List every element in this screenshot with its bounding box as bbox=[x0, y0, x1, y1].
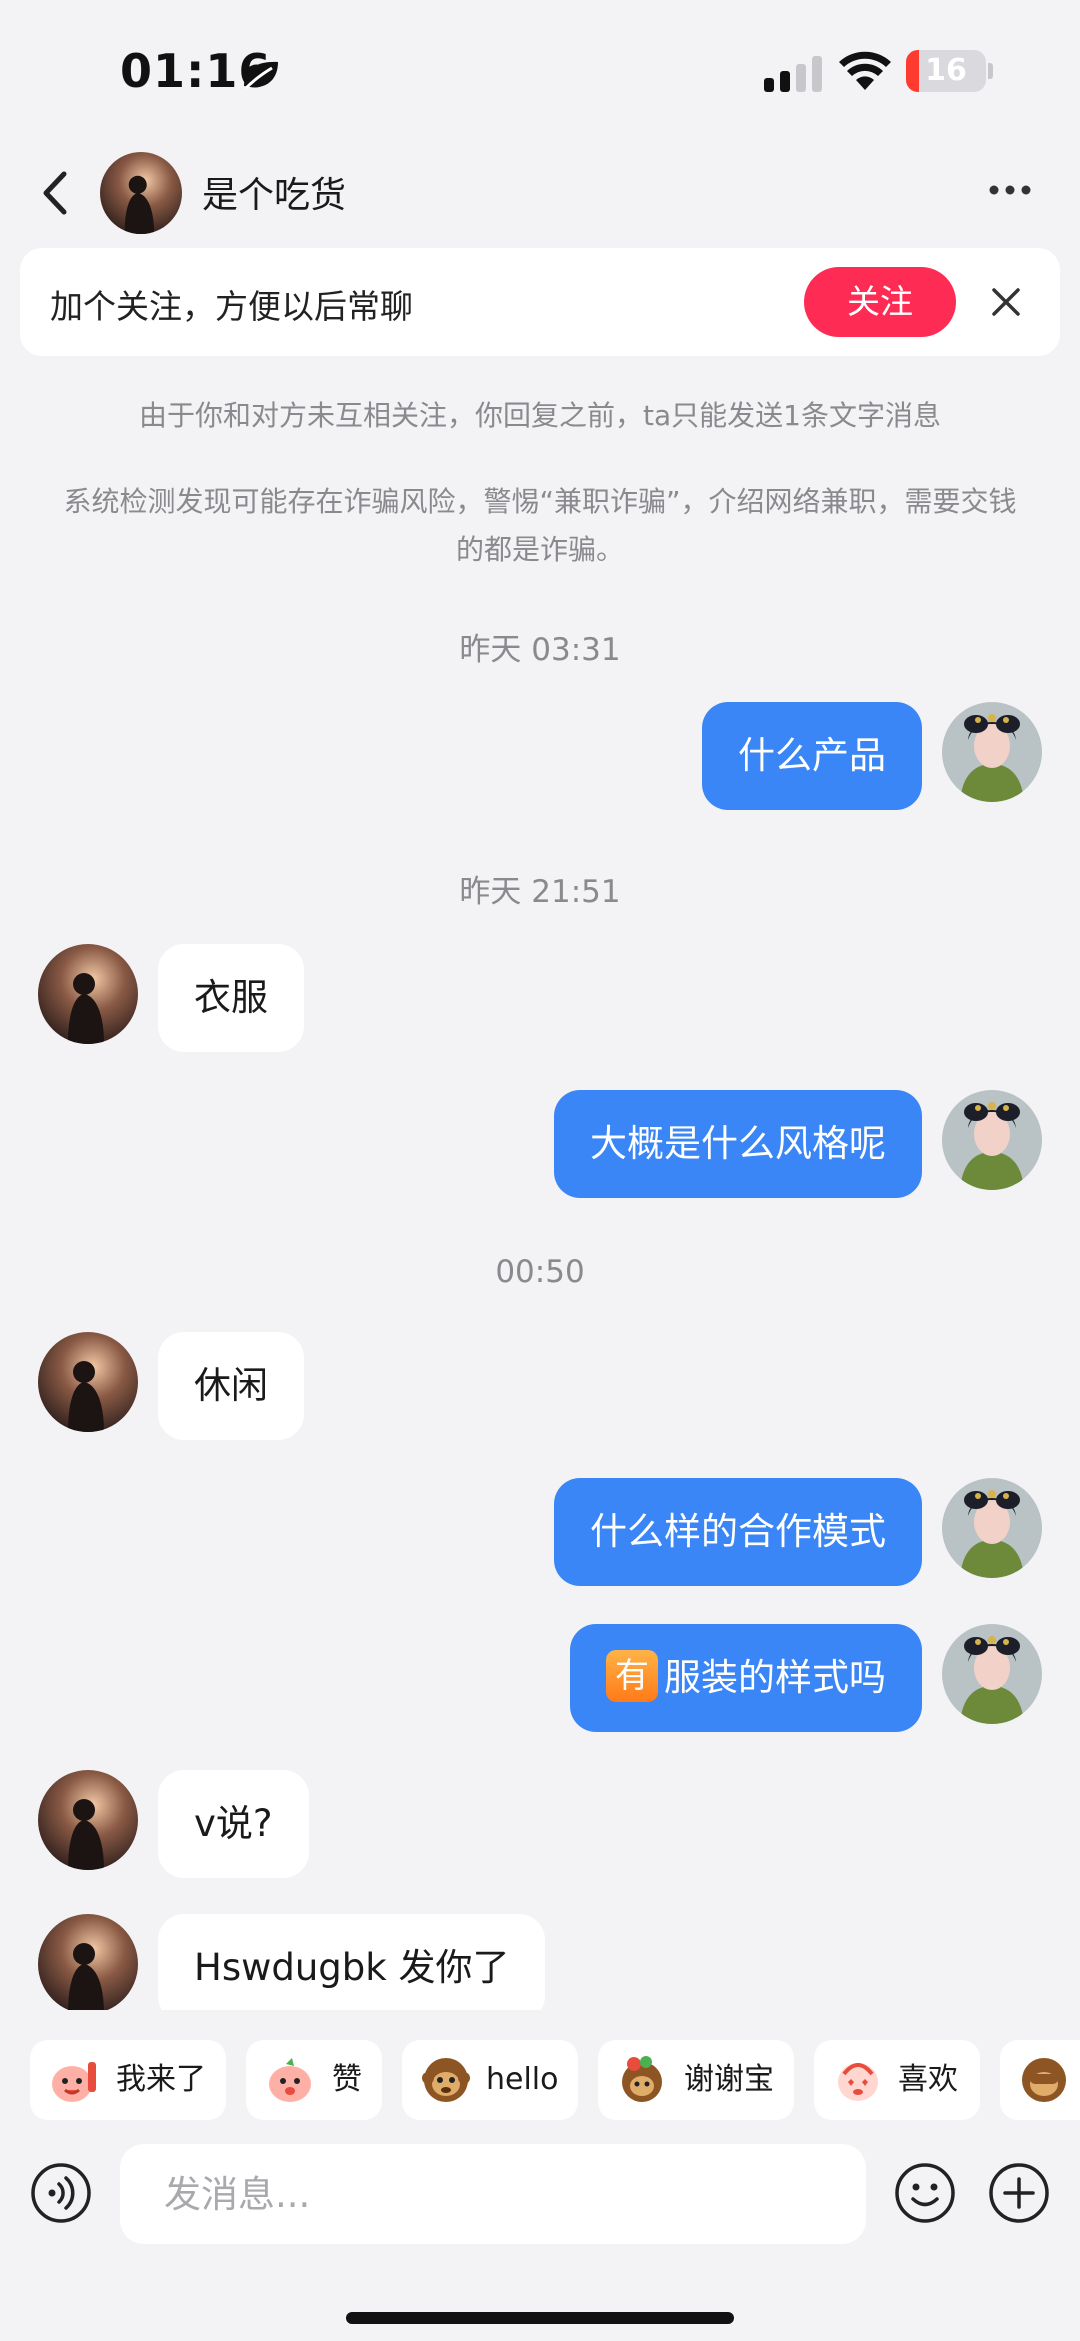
plus-icon[interactable] bbox=[988, 2162, 1050, 2224]
wifi-icon bbox=[839, 51, 891, 90]
battery-level: 16 bbox=[925, 53, 967, 88]
sticker-thumbs-icon bbox=[269, 2058, 311, 2102]
contact-name: 是个吃货 bbox=[202, 175, 347, 216]
back-arrow-icon[interactable] bbox=[36, 168, 76, 218]
monkey-emoji-icon bbox=[1022, 2058, 1066, 2102]
home-indicator bbox=[346, 2312, 734, 2324]
follow-button[interactable]: 关注 bbox=[804, 267, 956, 337]
contact-avatar[interactable] bbox=[38, 1332, 138, 1432]
sent-message-bubble[interactable]: 大概是什么风格呢 bbox=[554, 1090, 922, 1198]
quick-reply-label: 谢谢宝 bbox=[684, 2062, 774, 2097]
quick-reply-label: hello bbox=[486, 2062, 559, 2097]
my-avatar[interactable] bbox=[942, 702, 1042, 802]
status-bar: 01:16 16 bbox=[0, 0, 1080, 140]
follow-banner: 加个关注，方便以后常聊 关注 bbox=[20, 248, 1060, 356]
message-timestamp: 昨天 03:31 bbox=[459, 632, 621, 668]
chat-screen: 01:16 16 是个吃货 加个关注，方便以后常聊 关注 由于你和对方未互相关注… bbox=[0, 0, 1080, 2341]
my-avatar[interactable] bbox=[942, 1090, 1042, 1190]
sent-message-bubble[interactable]: 有服装的样式吗 bbox=[570, 1624, 922, 1732]
chat-header: 是个吃货 bbox=[0, 140, 1080, 246]
quick-reply-bar: 我来了 赞 hello 谢谢宝 喜欢 bbox=[0, 2040, 1080, 2122]
composer-area: 我来了 赞 hello 谢谢宝 喜欢 发消息... bbox=[0, 2010, 1080, 2341]
received-message-bubble[interactable]: 衣服 bbox=[158, 944, 304, 1052]
sent-message-bubble[interactable]: 什么产品 bbox=[702, 702, 922, 810]
fraud-warning-notice: 系统检测发现可能存在诈骗风险，警惕“兼职诈骗”，介绍网络兼职，需要交钱的都是诈骗… bbox=[63, 485, 1017, 566]
contact-avatar[interactable] bbox=[38, 944, 138, 1044]
system-notice: 由于你和对方未互相关注，你回复之前，ta只能发送1条文字消息 bbox=[139, 399, 941, 432]
close-icon[interactable] bbox=[988, 284, 1024, 320]
battery-cap bbox=[988, 63, 993, 79]
quick-reply-chip[interactable] bbox=[1000, 2040, 1080, 2120]
quick-reply-chip[interactable]: 我来了 bbox=[30, 2040, 226, 2120]
monkey-emoji-icon bbox=[422, 2058, 470, 2102]
sticker-thanks-icon bbox=[622, 2056, 662, 2102]
message-timestamp: 00:50 bbox=[495, 1254, 585, 1290]
quick-reply-chip[interactable]: hello bbox=[402, 2040, 578, 2120]
sent-message-bubble[interactable]: 什么样的合作模式 bbox=[554, 1478, 922, 1586]
received-message-bubble[interactable]: Hswdugbk 发你了 bbox=[158, 1914, 546, 2022]
message-text: 服装的样式吗 bbox=[664, 1656, 886, 1699]
voice-input-icon[interactable] bbox=[30, 2162, 92, 2224]
contact-avatar[interactable] bbox=[38, 1914, 138, 2014]
received-message-bubble[interactable]: 休闲 bbox=[158, 1332, 304, 1440]
received-message-bubble[interactable]: v说? bbox=[158, 1770, 309, 1878]
my-avatar[interactable] bbox=[942, 1624, 1042, 1724]
follow-prompt-text: 加个关注，方便以后常聊 bbox=[50, 287, 413, 326]
leaf-icon bbox=[244, 61, 278, 90]
you-badge-icon: 有 bbox=[606, 1649, 658, 1702]
emoji-icon[interactable] bbox=[894, 2162, 956, 2224]
sticker-waving-icon bbox=[52, 2062, 96, 2102]
quick-reply-label: 我来了 bbox=[116, 2062, 206, 2097]
quick-reply-label: 赞 bbox=[332, 2062, 362, 2097]
quick-reply-chip[interactable]: 喜欢 bbox=[814, 2040, 980, 2120]
contact-avatar[interactable] bbox=[38, 1770, 138, 1870]
quick-reply-chip[interactable]: 赞 bbox=[246, 2040, 382, 2120]
message-timestamp: 昨天 21:51 bbox=[459, 874, 621, 910]
message-input[interactable] bbox=[120, 2144, 866, 2244]
sticker-love-icon bbox=[838, 2063, 878, 2101]
quick-reply-chip[interactable]: 谢谢宝 bbox=[598, 2040, 794, 2120]
more-options-icon[interactable] bbox=[988, 180, 1032, 200]
my-avatar[interactable] bbox=[942, 1478, 1042, 1578]
quick-reply-label: 喜欢 bbox=[898, 2062, 958, 2097]
cellular-signal-icon bbox=[764, 56, 822, 92]
battery-indicator: 16 bbox=[906, 50, 986, 92]
contact-avatar[interactable] bbox=[100, 152, 182, 234]
